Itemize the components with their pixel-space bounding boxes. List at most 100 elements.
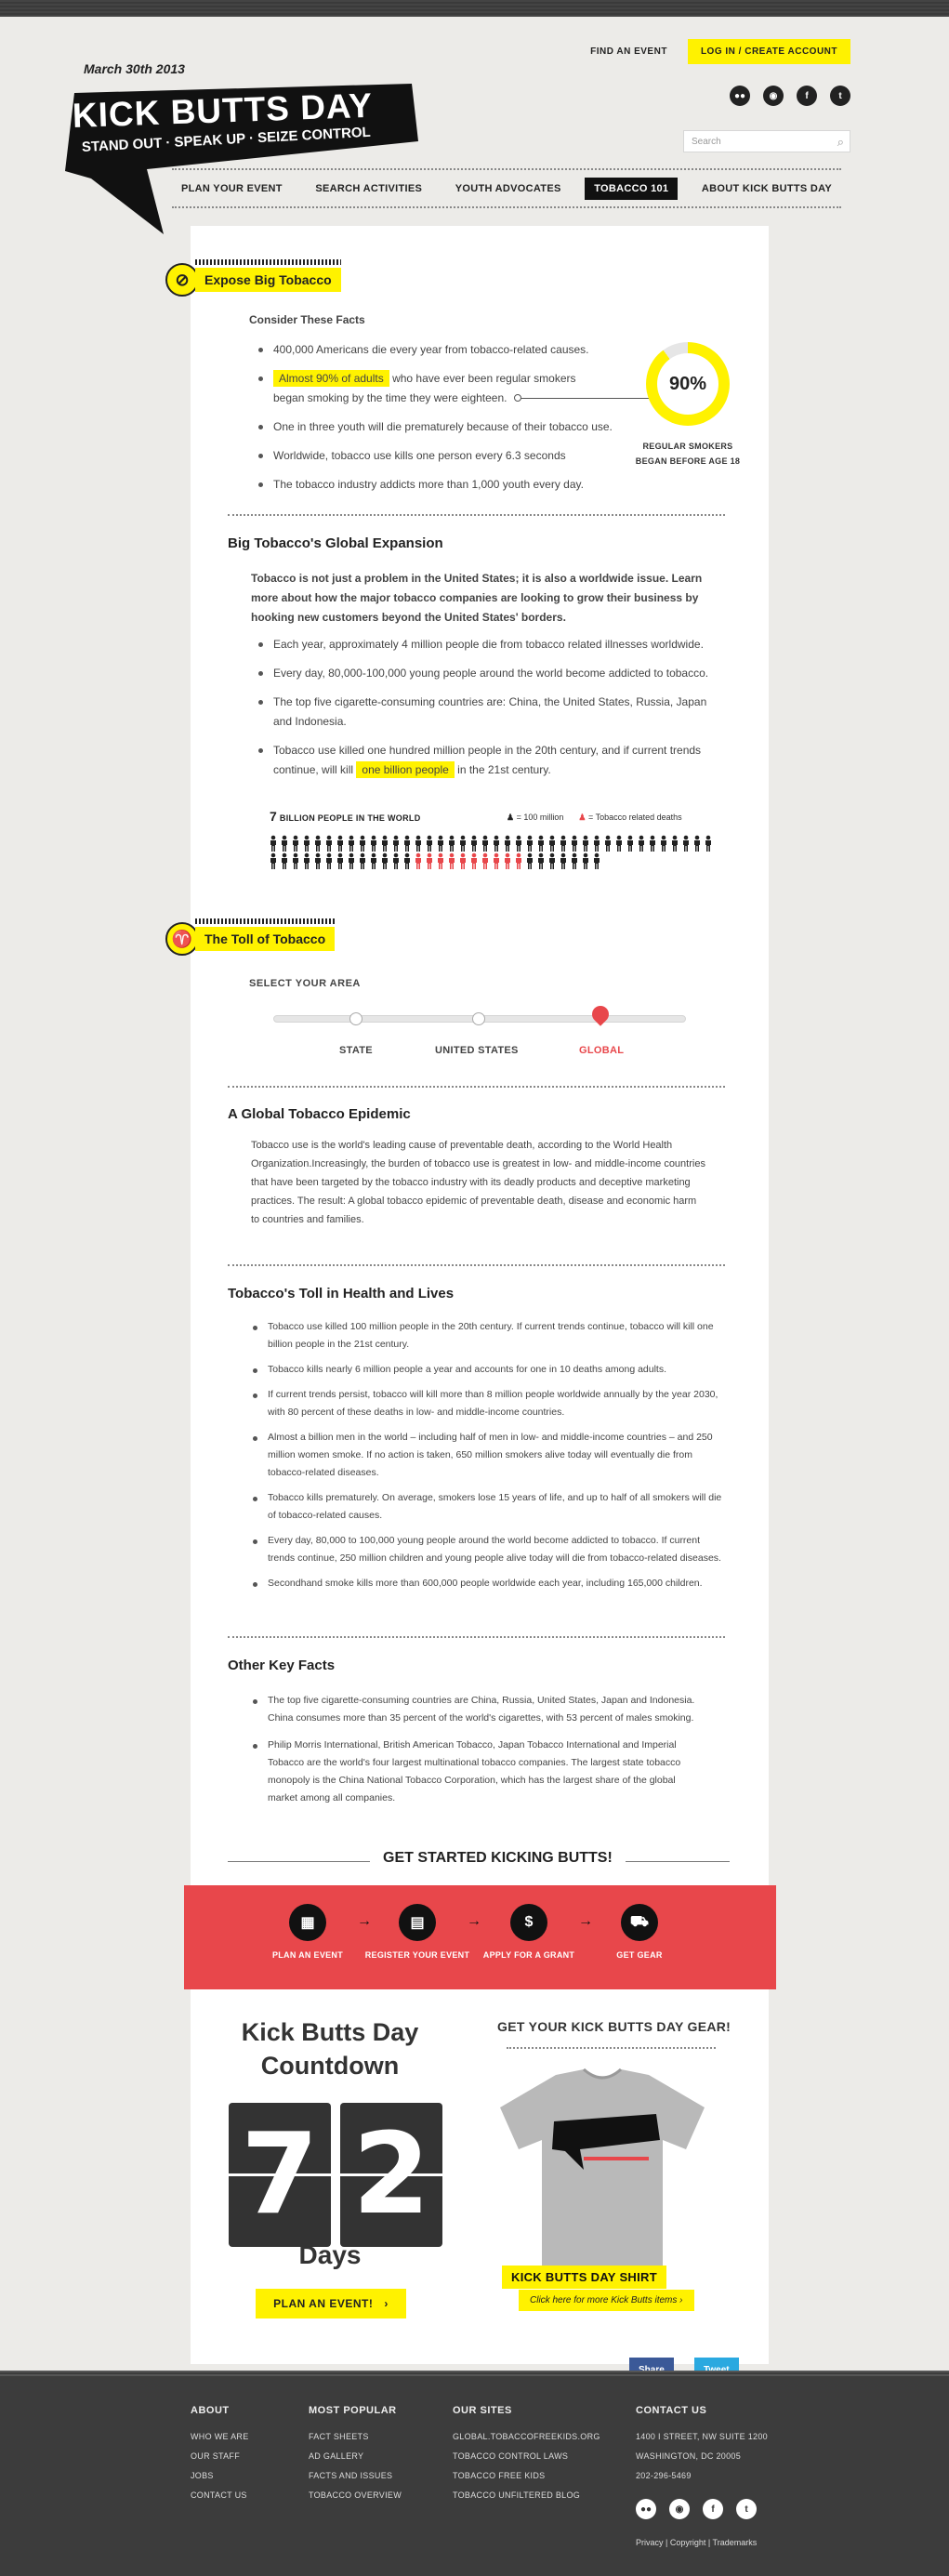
person-icon [449,835,455,852]
slider-stop-united-states[interactable] [472,1012,485,1025]
step-label[interactable]: GET GEAR [584,1950,695,1960]
person-icon [594,835,600,852]
step-label[interactable]: APPLY FOR A GRANT [473,1950,585,1960]
person-icon [282,835,287,852]
person-icon [393,835,399,852]
gear-title: GET YOUR KICK BUTTS DAY GEAR! [497,2019,732,2034]
flickr-icon[interactable]: ●● [636,2499,656,2519]
twitter-icon[interactable]: t [736,2499,757,2519]
health-item-6: Every day, 80,000 to 100,000 young peopl… [268,1535,721,1564]
find-event-link[interactable]: FIND AN EVENT [590,46,667,57]
footer-link[interactable]: CONTACT US [191,2486,249,2505]
list-item: The top five cigarette-consuming countri… [255,693,719,732]
area-label-global[interactable]: GLOBAL [579,1045,624,1056]
footer-link[interactable]: WHO WE ARE [191,2427,249,2447]
footer-popular-title: MOST POPULAR [309,2405,397,2416]
footer-link[interactable]: TOBACCO OVERVIEW [309,2486,402,2505]
nav-tobacco-101[interactable]: TOBACCO 101 [585,178,679,200]
person-red-icon [438,852,443,869]
infographic-label: BILLION PEOPLE IN THE WORLD [279,813,421,823]
section-divider [228,1636,725,1638]
fact-1: 400,000 Americans die every year from to… [273,343,589,356]
facebook-icon[interactable]: f [797,86,817,106]
flickr-icon[interactable]: ●● [730,86,750,106]
person-icon [683,835,689,852]
list-item: Almost a billion men in the world – incl… [249,1429,723,1482]
list-item: Philip Morris International, British Ame… [249,1737,705,1807]
health-toll-heading: Tobacco's Toll in Health and Lives [228,1286,455,1301]
person-icon [549,852,555,869]
area-label-state[interactable]: STATE [339,1045,373,1056]
dollar-icon[interactable]: $ [510,1904,547,1941]
person-icon [293,835,298,852]
plan-event-button[interactable]: PLAN AN EVENT! › [256,2289,406,2318]
step-label[interactable]: PLAN AN EVENT [252,1950,363,1960]
twitter-icon[interactable]: t [830,86,850,106]
shirt-link-text[interactable]: Click here for more Kick Butts items [530,2295,677,2305]
cart-icon[interactable]: ⛟ [621,1904,658,1941]
search-input[interactable]: Search ⌕ [683,130,850,152]
clipboard-icon[interactable]: ▤ [399,1904,436,1941]
person-icon [594,852,600,869]
footer-link[interactable]: JOBS [191,2466,249,2486]
person-icon [438,835,443,852]
other-item-2: Philip Morris International, British Ame… [268,1739,681,1803]
shirt-label[interactable]: KICK BUTTS DAY SHIRT [502,2266,666,2289]
person-icon [527,852,533,869]
tshirt-image[interactable] [491,2066,714,2289]
rss-icon[interactable]: ◉ [763,86,784,106]
footer-link[interactable]: GLOBAL.TOBACCOFREEKIDS.ORG [453,2427,600,2447]
person-icon [326,852,332,869]
list-item: Tobacco use killed one hundred million p… [255,741,719,780]
footer-link[interactable]: FACT SHEETS [309,2427,402,2447]
facebook-icon[interactable]: f [703,2499,723,2519]
calendar-icon[interactable]: ▦ [289,1904,326,1941]
step-register-event[interactable]: ▤ REGISTER YOUR EVENT [362,1904,473,1960]
shirt-more-link[interactable]: Click here for more Kick Butts items › [519,2290,694,2311]
footer-link[interactable]: FACTS AND ISSUES [309,2466,402,2486]
person-icon [583,835,588,852]
nav-plan-your-event[interactable]: PLAN YOUR EVENT [172,178,292,200]
select-area-label: SELECT YOUR AREA [249,978,361,989]
person-red-icon [505,852,510,869]
list-item: Every day, 80,000-100,000 young people a… [255,664,719,683]
nav-youth-advocates[interactable]: YOUTH ADVOCATES [446,178,571,200]
footer-link[interactable]: OUR STAFF [191,2447,249,2466]
toll-heading: The Toll of Tobacco [195,918,336,951]
slider-stop-state[interactable] [349,1012,362,1025]
fact-2-text-a: who have ever been regular smokers [392,372,576,385]
step-plan-event[interactable]: ▦ PLAN AN EVENT [252,1904,363,1960]
nav-about[interactable]: ABOUT KICK BUTTS DAY [692,178,841,200]
step-apply-grant[interactable]: $ APPLY FOR A GRANT [473,1904,585,1960]
list-item: 400,000 Americans die every year from to… [255,340,645,360]
person-icon [482,835,488,852]
list-item: Almost 90% of adults who have ever been … [255,369,645,408]
kick-butts-day-logo[interactable]: March 30th 2013 KICK BUTTS DAY STAND OUT… [54,48,435,244]
connector-line [521,398,651,399]
person-icon [471,835,477,852]
footer-link[interactable]: TOBACCO UNFILTERED BLOG [453,2486,600,2505]
person-icon [505,835,510,852]
countdown-digit-2: 2 [340,2103,442,2247]
footer-legal[interactable]: Privacy | Copyright | Trademarks [636,2538,757,2547]
search-icon[interactable]: ⌕ [837,135,844,150]
lungs-icon: ♈ [165,922,199,956]
fact-5: The tobacco industry addicts more than 1… [273,478,584,491]
step-get-gear[interactable]: ⛟ GET GEAR [584,1904,695,1960]
login-button[interactable]: LOG IN / CREATE ACCOUNT [687,39,850,64]
plan-event-label[interactable]: PLAN AN EVENT! [273,2297,373,2310]
section-divider [228,1264,725,1266]
fact-3: One in three youth will die prematurely … [273,420,613,433]
footer-link[interactable]: TOBACCO CONTROL LAWS [453,2447,600,2466]
list-item: Every day, 80,000 to 100,000 young peopl… [249,1532,723,1567]
nav-search-activities[interactable]: SEARCH ACTIVITIES [306,178,431,200]
footer-link[interactable]: TOBACCO FREE KIDS [453,2466,600,2486]
section-divider [228,514,725,516]
infographic-legend: ♟ = 100 million ♟ = Tobacco related deat… [507,812,682,823]
person-icon [516,835,521,852]
area-label-united-states[interactable]: UNITED STATES [435,1045,519,1056]
footer-link[interactable]: AD GALLERY [309,2447,402,2466]
rss-icon[interactable]: ◉ [669,2499,690,2519]
step-label[interactable]: REGISTER YOUR EVENT [362,1950,473,1960]
expose-heading: Expose Big Tobacco [195,259,341,292]
